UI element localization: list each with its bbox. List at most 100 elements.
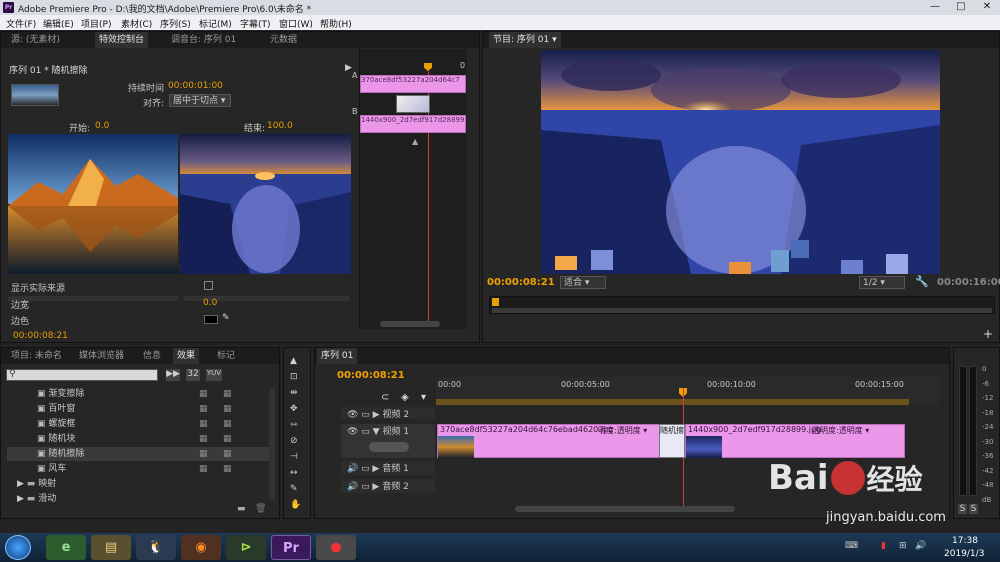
start-slider[interactable] <box>8 296 178 301</box>
menu-project[interactable]: 项目(P) <box>81 17 111 30</box>
duration-value[interactable]: 00:00:01:00 <box>168 81 223 91</box>
effects-search-input[interactable]: ⚲ <box>6 369 158 381</box>
program-scrubber[interactable] <box>489 296 995 314</box>
tab-source[interactable]: 源: (无素材) <box>7 32 64 48</box>
ripple-edit-tool-icon[interactable]: ⇹ <box>290 388 298 398</box>
minimize-button[interactable]: — <box>922 0 948 15</box>
timeline-zoom-scroll[interactable] <box>515 506 735 512</box>
tray-keyboard-icon[interactable]: ⌨ <box>845 541 858 551</box>
set-marker-icon[interactable]: ◈ <box>401 392 409 403</box>
taskbar-app-browser[interactable]: e <box>46 535 86 560</box>
show-source-checkbox[interactable] <box>204 281 213 290</box>
add-button-icon[interactable]: + <box>983 327 993 341</box>
effect-timecode[interactable]: 00:00:08:21 <box>13 331 68 341</box>
clip-b[interactable]: 1440x900_2d7edf917d28899.jpg 透明度:透明度 ▾ <box>685 424 905 458</box>
razor-tool-icon[interactable]: ⊘ <box>290 436 298 446</box>
tab-project[interactable]: 项目: 未命名 <box>7 348 66 364</box>
menu-title[interactable]: 字幕(T) <box>240 17 271 30</box>
program-playhead-icon[interactable] <box>492 298 499 306</box>
menu-help[interactable]: 帮助(H) <box>320 17 352 30</box>
timeline-timecode[interactable]: 00:00:08:21 <box>337 370 405 381</box>
mini-clip-a[interactable]: 370ace8df53227a204d64c7 <box>360 75 466 93</box>
tab-sequence[interactable]: 序列 01 <box>317 348 358 364</box>
maximize-button[interactable]: □ <box>948 0 974 15</box>
solo-left-button[interactable]: S <box>958 504 967 514</box>
tab-audio-mixer[interactable]: 调音台: 序列 01 <box>167 32 240 48</box>
list-item[interactable]: ▣ 螺旋框 ▦ ▦ <box>7 417 275 431</box>
effects-scrollbar[interactable] <box>269 388 275 500</box>
program-scrollbar[interactable] <box>492 308 992 313</box>
menu-clip[interactable]: 素材(C) <box>121 17 152 30</box>
taskbar-app-media[interactable]: ⊳ <box>226 535 266 560</box>
mini-playhead-icon[interactable] <box>424 63 432 71</box>
add-marker-icon[interactable]: ▾ <box>421 392 426 403</box>
menu-window[interactable]: 窗口(W) <box>279 17 313 30</box>
border-width-value[interactable]: 0.0 <box>203 298 217 308</box>
menu-marker[interactable]: 标记(M) <box>199 17 232 30</box>
clip-a-fx[interactable]: 明度:透明度 ▾ <box>598 425 647 436</box>
end-value[interactable]: 100.0 <box>267 121 293 131</box>
32bit-effects-button[interactable]: 32 <box>186 369 200 381</box>
border-color-swatch[interactable] <box>204 315 218 324</box>
tray-time[interactable]: 17:38 <box>952 536 978 546</box>
pen-tool-icon[interactable]: ✎ <box>290 484 298 494</box>
list-item[interactable]: ▣ 风车 ▦ ▦ <box>7 462 275 476</box>
clip-b-fx[interactable]: 透明度:透明度 ▾ <box>812 425 869 436</box>
tray-network-icon[interactable]: ⊞ <box>899 541 907 551</box>
menu-edit[interactable]: 编辑(E) <box>43 17 74 30</box>
wrench-icon[interactable]: 🔧 <box>915 275 929 288</box>
delete-icon[interactable]: 🗑 <box>255 504 266 514</box>
hand-tool-icon[interactable]: ✋ <box>290 500 301 510</box>
folder-item[interactable]: ▶ ▬ 滑动 <box>7 492 275 506</box>
eyedropper-icon[interactable]: ✎ <box>222 313 230 323</box>
list-item[interactable]: ▣ 随机块 ▦ ▦ <box>7 432 275 446</box>
tab-program[interactable]: 节目: 序列 01 ▾ <box>489 32 561 48</box>
taskbar-app-qq[interactable]: 🐧 <box>136 535 176 560</box>
rate-stretch-tool-icon[interactable]: ⇿ <box>290 420 298 430</box>
track-header-video2[interactable]: 👁 ▭ ▶ 视频 2 <box>341 407 435 420</box>
mini-clip-b[interactable]: 1440x900_2d7edf917d28899 <box>360 115 466 133</box>
work-area-bar[interactable] <box>436 399 909 405</box>
taskbar-app-recorder[interactable]: ● <box>316 535 356 560</box>
fit-select[interactable]: 适合 ▾ <box>560 276 606 289</box>
yuv-effects-button[interactable]: YUV <box>206 369 222 381</box>
new-bin-icon[interactable]: ▬ <box>237 504 246 514</box>
quality-select[interactable]: 1/2 ▾ <box>859 276 905 289</box>
menu-file[interactable]: 文件(F) <box>6 17 36 30</box>
tray-date[interactable]: 2019/1/3 <box>944 549 984 559</box>
tab-markers[interactable]: 标记 <box>213 348 239 364</box>
snap-icon[interactable]: ⊂ <box>381 392 389 403</box>
keyframe-nav[interactable] <box>369 442 409 452</box>
align-select[interactable]: 居中于切点 ▾ <box>169 94 231 107</box>
start-value[interactable]: 0.0 <box>95 121 109 131</box>
close-window-button[interactable]: ✕ <box>974 0 1000 15</box>
taskbar-app-firefox[interactable]: ◉ <box>181 535 221 560</box>
program-timecode[interactable]: 00:00:08:21 <box>487 277 555 288</box>
track-header-audio1[interactable]: 🔊 ▭ ▶ 音频 1 <box>341 461 435 475</box>
list-item[interactable]: ▣ 渐变擦除 ▦ ▦ <box>7 387 275 401</box>
tray-alert-icon[interactable]: ▮ <box>881 541 886 551</box>
mini-transition[interactable] <box>396 95 430 113</box>
transition-random-wipe[interactable]: 随机擦 <box>659 424 685 458</box>
slide-tool-icon[interactable]: ↔ <box>290 468 298 478</box>
solo-right-button[interactable]: S <box>969 504 978 514</box>
tab-media-browser[interactable]: 媒体浏览器 <box>75 348 128 364</box>
accelerated-effects-icon[interactable]: ▶▶ <box>166 369 180 381</box>
menu-sequence[interactable]: 序列(S) <box>160 17 191 30</box>
list-item[interactable]: ▣ 百叶窗 ▦ ▦ <box>7 402 275 416</box>
play-effect-icon[interactable]: ▶ <box>345 63 352 73</box>
mini-zoom-scroll[interactable] <box>380 321 440 327</box>
folder-item[interactable]: ▶ ▬ 映射 <box>7 477 275 491</box>
rolling-edit-tool-icon[interactable]: ✥ <box>290 404 298 414</box>
taskbar-app-premiere[interactable]: Pr <box>271 535 311 560</box>
track-header-audio2[interactable]: 🔊 ▭ ▶ 音频 2 <box>341 479 435 493</box>
track-select-tool-icon[interactable]: ⊡ <box>290 372 298 382</box>
slip-tool-icon[interactable]: ⊣ <box>290 452 298 462</box>
track-header-video1[interactable]: 👁 ▭ ▼ 视频 1 <box>341 424 435 458</box>
tab-effects[interactable]: 效果 <box>173 348 200 364</box>
tab-metadata[interactable]: 元数据 <box>266 32 301 48</box>
tab-effect-controls[interactable]: 特效控制台 <box>95 32 149 48</box>
taskbar-app-explorer[interactable]: ▤ <box>91 535 131 560</box>
tray-volume-icon[interactable]: 🔊 <box>915 541 926 551</box>
list-item-selected[interactable]: ▣ 随机擦除 ▦ ▦ <box>7 447 275 461</box>
